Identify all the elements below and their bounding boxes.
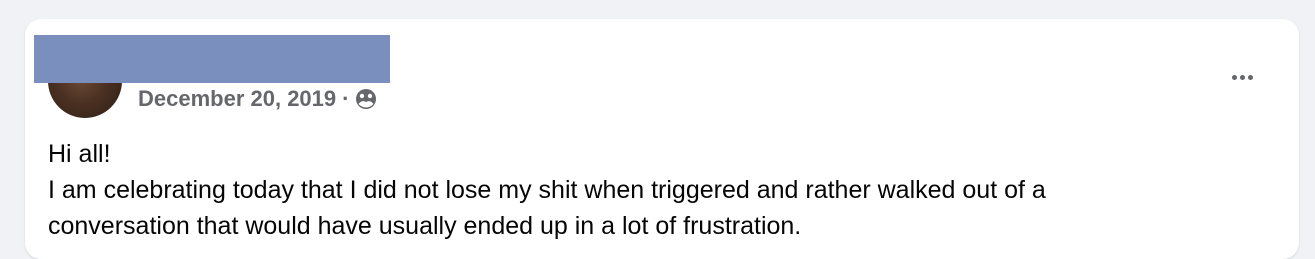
post-card: December 20, 2019 · Hi all! I am celebra… <box>25 19 1299 259</box>
post-line: conversation that would have usually end… <box>48 212 802 240</box>
post-line: Hi all! <box>48 140 111 168</box>
friends-globe-icon[interactable] <box>355 88 377 110</box>
more-options-icon[interactable] <box>1225 65 1259 89</box>
post-line: I am celebrating today that I did not lo… <box>48 176 1046 204</box>
post-meta: December 20, 2019 · <box>138 86 377 112</box>
author-name-redaction <box>34 35 390 83</box>
meta-separator: · <box>342 86 350 111</box>
post-date[interactable]: December 20, 2019 <box>138 86 336 112</box>
post-body: Hi all! I am celebrating today that I di… <box>48 136 1248 244</box>
